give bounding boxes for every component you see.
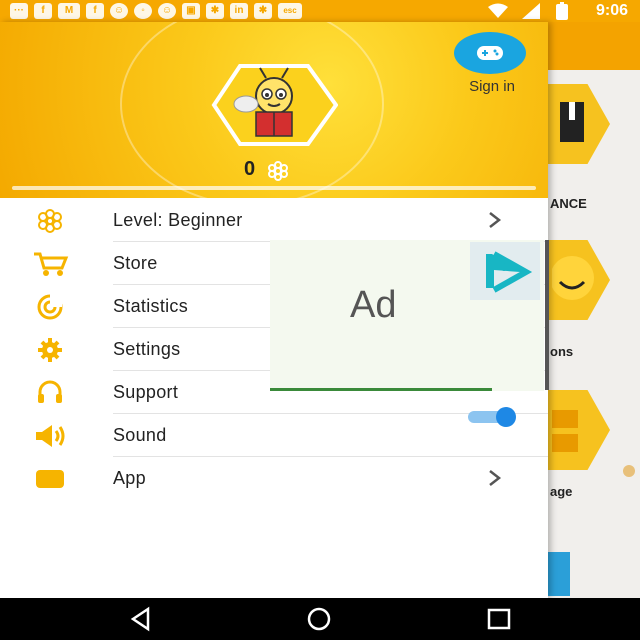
wifi-icon	[488, 3, 508, 18]
background-toolbar	[548, 22, 640, 70]
menu-item-label: Store	[113, 253, 158, 273]
ad-progress-bar	[270, 388, 492, 391]
status-time: 9:06	[595, 2, 628, 19]
header-divider	[12, 186, 536, 190]
speaker-icon	[36, 425, 65, 447]
facebook-icon: f	[86, 3, 104, 19]
facebook-icon: f	[34, 3, 52, 19]
back-icon[interactable]	[128, 606, 154, 632]
background-content: ANCE ons age	[520, 70, 640, 598]
menu-item-label: Sound	[113, 425, 167, 445]
app-icon	[36, 470, 64, 488]
background-app: ANCE ons age	[520, 22, 640, 598]
bee-logo	[211, 64, 338, 146]
flower-icon	[623, 465, 635, 477]
category-label: ANCE	[550, 196, 587, 211]
cart-icon	[34, 252, 69, 276]
snapchat-icon: ☺	[110, 3, 128, 19]
gear-icon	[38, 338, 62, 362]
suit-icon	[560, 102, 584, 142]
score-value: 0	[244, 158, 256, 180]
menu-item-label: Support	[113, 382, 179, 402]
linkedin-icon: in	[230, 3, 248, 19]
reddit-icon: ✱	[254, 3, 272, 19]
ad-label: Ad	[350, 284, 397, 326]
gmail-icon: M	[58, 3, 80, 19]
smiley-icon	[552, 256, 594, 300]
ad-scrollbar	[545, 240, 549, 390]
message-icon: ···	[10, 3, 28, 19]
home-icon[interactable]	[306, 606, 332, 632]
banner-ad-edge[interactable]	[548, 552, 570, 596]
flower-icon	[267, 160, 288, 181]
sign-in-label[interactable]: Sign in	[454, 78, 530, 95]
menu-item-label: Statistics	[113, 296, 189, 316]
gamepad-icon	[477, 46, 503, 60]
battery-icon	[556, 2, 568, 20]
menu-item-label: App	[113, 468, 146, 488]
ad-choices-icon[interactable]	[470, 242, 540, 300]
esc-icon: esc	[278, 3, 302, 19]
photo-icon: ▣	[182, 3, 200, 19]
messenger-icon: ◦	[134, 3, 152, 19]
chevron-right-icon	[489, 212, 502, 228]
status-bar: ··· f M f ☺ ◦ ☺ ▣ ✱ in ✱ esc 9:06	[0, 0, 640, 22]
chevron-right-icon	[489, 470, 502, 486]
category-label: ons	[550, 344, 574, 359]
sound-toggle[interactable]	[468, 406, 520, 428]
snapchat-icon: ☺	[158, 3, 176, 19]
tile-icon	[552, 410, 578, 452]
category-label: age	[550, 484, 573, 499]
flower-icon	[38, 209, 62, 233]
reddit-icon: ✱	[206, 3, 224, 19]
system-nav-bar	[0, 598, 640, 640]
sign-in-button[interactable]	[454, 32, 526, 74]
menu-item-app[interactable]: App	[0, 457, 548, 500]
recents-icon[interactable]	[486, 606, 512, 632]
menu-item-sound[interactable]: Sound	[0, 414, 548, 457]
drawer-header: Sign in 0	[0, 22, 548, 198]
menu-item-label: Level: Beginner	[113, 210, 243, 230]
radar-icon	[37, 294, 63, 320]
menu-item-label: Settings	[113, 339, 181, 359]
score: 0	[244, 158, 290, 182]
headset-icon	[38, 380, 62, 403]
signal-icon	[522, 3, 540, 19]
menu-item-level[interactable]: Level: Beginner	[0, 199, 548, 242]
